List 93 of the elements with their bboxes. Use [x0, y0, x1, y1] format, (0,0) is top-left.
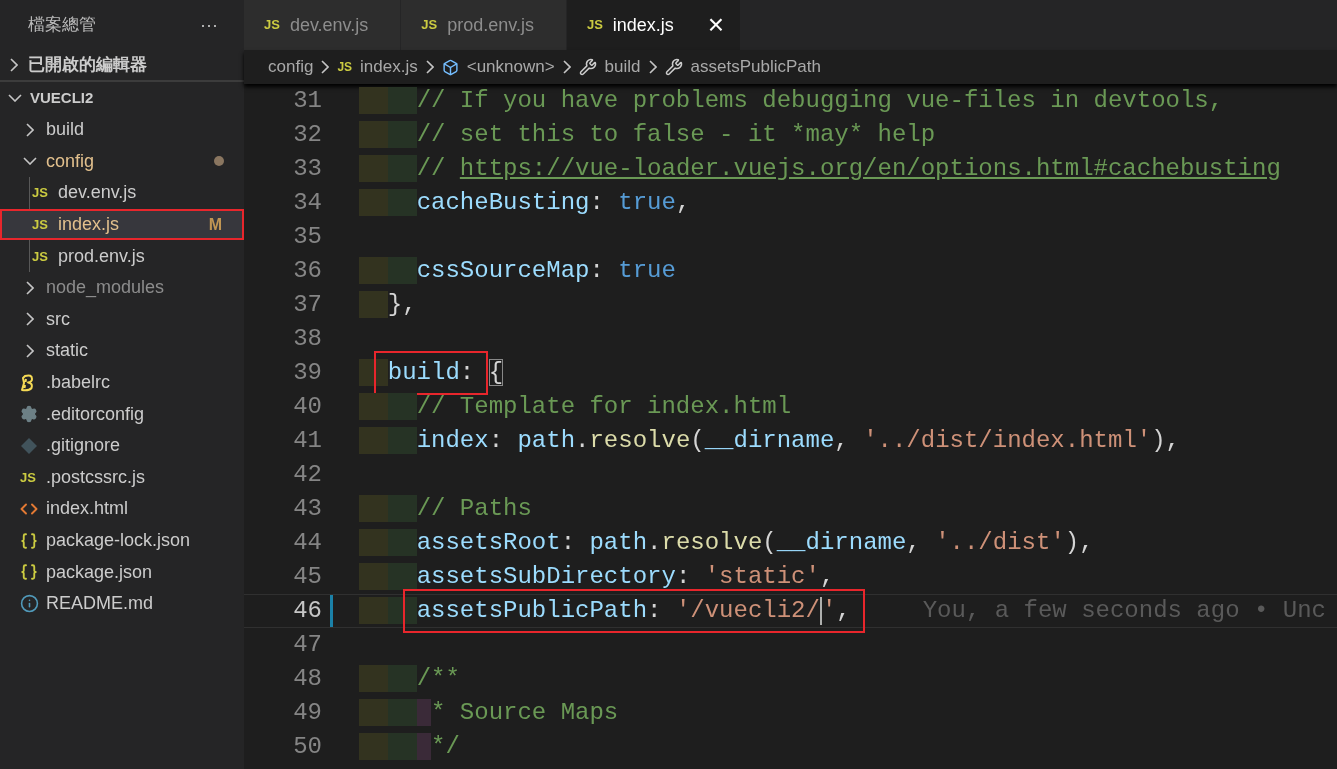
highlighted-code: assetsPublicPath: '/vuecli2/',: [402, 589, 865, 633]
code-line: assetsRoot: path.resolve(__dirname, '../dist'),: [359, 525, 1094, 561]
chevron-right-icon: [425, 60, 434, 74]
line-number: 43: [292, 494, 322, 524]
gear-icon: [20, 405, 38, 424]
diamond-icon: [20, 436, 38, 455]
line-number: 50: [292, 732, 322, 762]
file-item[interactable]: JS index.js M: [0, 208, 244, 241]
folder-item[interactable]: build: [0, 114, 244, 146]
section-header[interactable]: 已開啟的編輯器: [0, 50, 244, 82]
breadcrumb-item[interactable]: <unknown>: [466, 54, 555, 80]
file-item[interactable]: package.json: [0, 556, 244, 588]
code-line: /**: [359, 661, 460, 697]
line-number: 40: [292, 392, 322, 422]
code-line: * Source Maps: [359, 695, 619, 731]
line-number: 31: [292, 86, 322, 116]
folder-item[interactable]: static: [0, 335, 244, 367]
file-item[interactable]: README.md: [0, 587, 244, 620]
folder-item[interactable]: src: [0, 303, 244, 336]
chevron-right-icon: [26, 122, 34, 137]
more-button[interactable]: ···: [200, 16, 218, 34]
editor-tab[interactable]: JS prod.env.js: [401, 0, 567, 50]
chevron-right-icon: [10, 58, 18, 72]
project-header[interactable]: VUECLI2: [0, 82, 244, 114]
cube-icon: [441, 58, 459, 76]
code-line: },: [359, 287, 417, 323]
line-number: 34: [292, 188, 322, 218]
chevron-right-icon: [26, 343, 34, 358]
close-button[interactable]: ×: [707, 11, 725, 39]
wrench-icon: [664, 58, 683, 76]
folder-item[interactable]: node_modules: [0, 271, 244, 304]
git-status-label: M: [208, 214, 222, 235]
code-line: index: path.resolve(__dirname, '../dist/index.html'),: [359, 423, 1180, 459]
line-number: 42: [292, 460, 322, 490]
line-number: 33: [292, 154, 322, 184]
babel-icon: [20, 373, 36, 392]
code-line: // Paths: [359, 491, 532, 527]
file-item[interactable]: package-lock.json: [0, 524, 244, 557]
line-number: 32: [292, 120, 322, 150]
chevron-right-icon: [562, 60, 571, 74]
line-number: 44: [292, 528, 322, 558]
chevron-right-icon: [26, 312, 34, 327]
file-item[interactable]: .editorconfig: [0, 398, 244, 430]
line-number: 35: [292, 222, 322, 252]
line-number: 39: [292, 358, 322, 388]
code-line: // set this to false - it *may* help: [359, 117, 936, 153]
js-icon: JS: [32, 249, 52, 263]
code-line: // https://vue-loader.vuejs.org/en/options.html#cachebusting: [359, 151, 1281, 187]
js-icon: JS: [421, 15, 438, 35]
file-item[interactable]: JS .postcssrc.js: [0, 461, 244, 494]
chevron-down-icon: [23, 157, 37, 166]
chevron-right-icon: [26, 280, 34, 295]
chevron-right-icon: [321, 60, 330, 74]
code-line: cssSourceMap: true: [359, 253, 676, 289]
braces-icon: [20, 531, 38, 550]
file-item[interactable]: JS dev.env.js: [0, 177, 244, 209]
code-line: */: [359, 729, 460, 765]
line-number: 37: [292, 290, 322, 320]
js-icon: JS: [337, 58, 353, 76]
js-icon: JS: [32, 186, 52, 200]
line-number: 36: [292, 256, 322, 286]
file-item[interactable]: index.html: [0, 493, 244, 525]
code-text: {: [487, 358, 504, 388]
breadcrumb-item[interactable]: assetsPublicPath: [690, 54, 821, 80]
editor-tab[interactable]: JS index.js ×: [566, 0, 741, 50]
editor-tab[interactable]: JS dev.env.js: [244, 0, 402, 50]
file-item[interactable]: .gitignore: [0, 429, 244, 462]
sidebar-title: 檔案總管: [28, 14, 96, 37]
code-line: // If you have problems debugging vue-files in devtools,: [359, 84, 1224, 119]
js-icon: JS: [32, 218, 52, 232]
code-line: cacheBusting: true,: [359, 185, 691, 221]
info-icon: [20, 594, 39, 614]
chevron-down-icon: [8, 94, 22, 102]
line-number: 49: [292, 698, 322, 728]
breadcrumb-item[interactable]: index.js: [360, 54, 418, 80]
line-number: 38: [292, 324, 322, 354]
js-icon: JS: [264, 15, 280, 35]
blame-annotation: You, a few seconds ago • Unc: [922, 596, 1326, 626]
js-icon: JS: [586, 15, 603, 35]
folder-item[interactable]: config: [0, 145, 244, 178]
line-number: 46: [292, 596, 322, 626]
line-number: 48: [292, 664, 322, 694]
chevron-right-icon: [648, 60, 657, 74]
file-item[interactable]: .babelrc: [0, 366, 244, 399]
js-icon: JS: [20, 470, 40, 484]
line-number: 45: [292, 562, 322, 592]
braces-icon: [20, 563, 38, 582]
file-item[interactable]: JS prod.env.js: [0, 240, 244, 272]
wrench-icon: [578, 58, 597, 76]
line-number: 47: [292, 630, 322, 660]
line-number: 41: [292, 426, 322, 456]
breadcrumb-item[interactable]: config: [268, 54, 314, 80]
breadcrumb-item[interactable]: build: [604, 54, 641, 80]
